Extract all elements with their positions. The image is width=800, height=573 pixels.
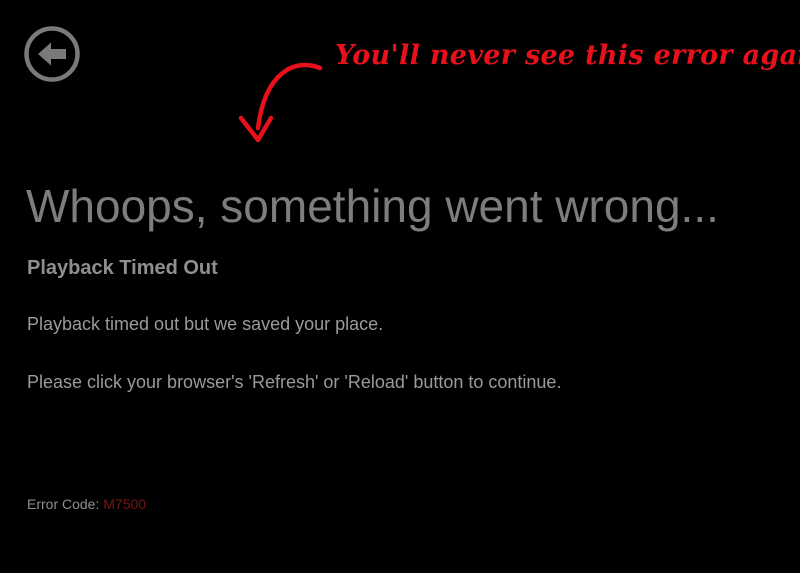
error-code-label: Error Code:	[27, 496, 100, 512]
curved-arrow-down-icon	[238, 62, 323, 143]
error-code-value: M7500	[103, 496, 147, 512]
page-title: Whoops, something went wrong...	[26, 180, 719, 232]
back-button[interactable]	[23, 25, 81, 83]
error-subtitle: Playback Timed Out	[27, 257, 218, 279]
annotation-text: You'll never see this error again.	[335, 40, 800, 71]
error-code-line: Error Code: M7500	[27, 495, 146, 513]
error-message-1: Playback timed out but we saved your pla…	[27, 314, 384, 334]
arrow-left-circle-icon	[24, 26, 80, 82]
error-message-2: Please click your browser's 'Refresh' or…	[27, 372, 562, 392]
